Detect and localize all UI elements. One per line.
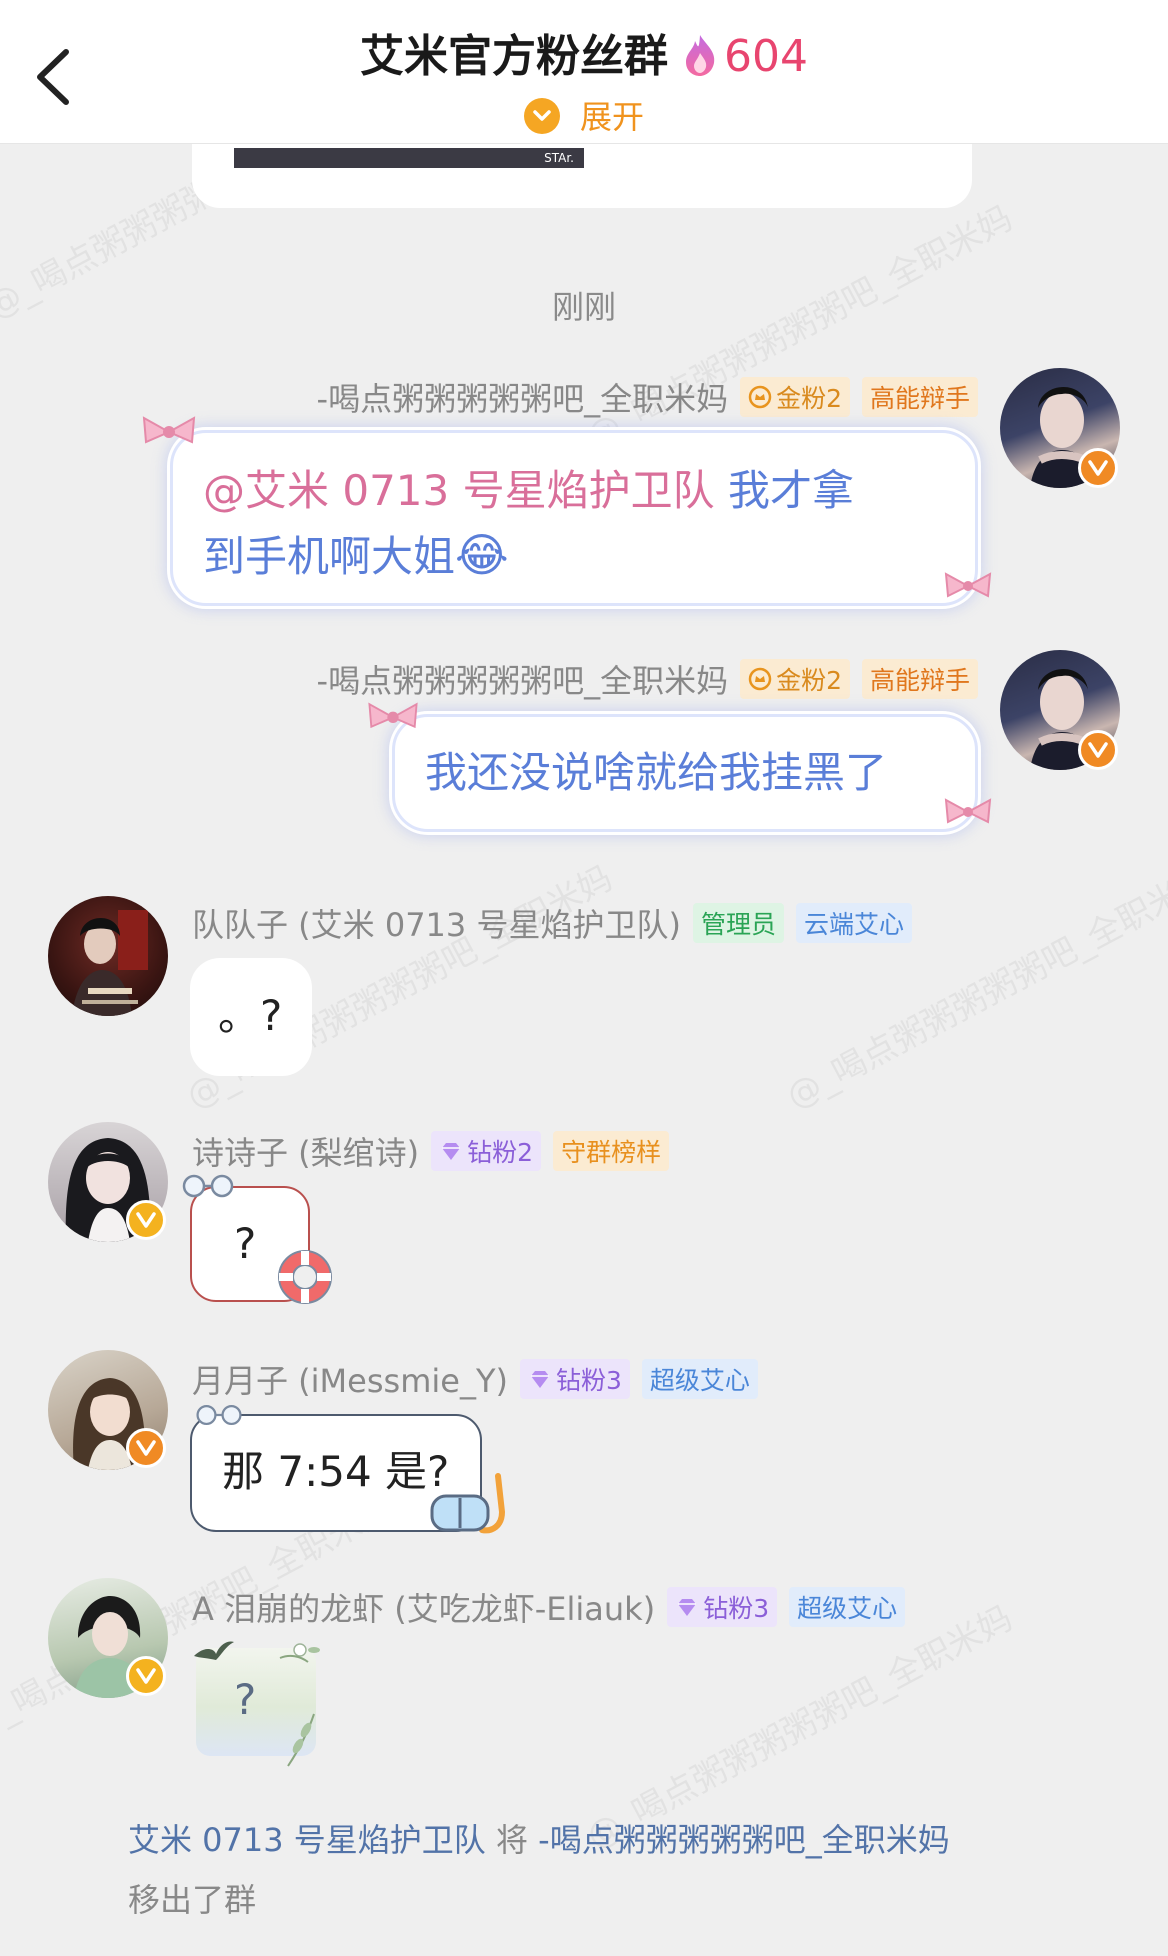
avatar[interactable] <box>48 896 168 1016</box>
verified-badge <box>1078 730 1118 770</box>
expand-toggle[interactable]: 展开 <box>0 92 1168 138</box>
diamond-icon <box>442 1143 461 1160</box>
mention-link[interactable]: @艾米 0713 号星焰护卫队 <box>203 466 715 515</box>
actor-link[interactable]: 艾米 0713 号星焰护卫队 <box>128 1821 486 1859</box>
sender-name: 诗诗子 (梨绾诗) <box>192 1134 420 1172</box>
message-text: ? <box>234 1219 257 1268</box>
sender-name: -喝点粥粥粥粥粥吧_全职米妈 <box>316 662 729 700</box>
emoji-laughing: 😂 <box>455 528 509 582</box>
check-v-icon <box>136 1212 156 1228</box>
verified-badge <box>126 1656 166 1696</box>
badge-label: 钻粉3 <box>703 1594 770 1623</box>
group-title: 艾米官方粉丝群 <box>360 31 668 82</box>
glasses-decoration-icon <box>182 1174 234 1198</box>
image-caption-strip: STAr. <box>234 148 584 168</box>
chevron-down-icon <box>523 98 560 134</box>
bow-decoration-icon <box>368 702 418 729</box>
target-link[interactable]: -喝点粥粥粥粥粥吧_全职米妈 <box>538 1821 950 1859</box>
sender-name: A 泪崩的龙虾 (艾吃龙虾-Eliauk) <box>192 1590 656 1628</box>
expand-label: 展开 <box>579 98 644 136</box>
watermark: @_喝点粥粥粥粥粥吧_全职米妈 <box>780 858 1168 1117</box>
verified-badge <box>126 1428 166 1468</box>
message-bubble[interactable]: @艾米 0713 号星焰护卫队 我才拿 到手机啊大姐😂 <box>170 430 978 606</box>
system-verb: 将 <box>485 1821 539 1859</box>
badge-label: 金粉2 <box>776 384 842 413</box>
fan-level-badge[interactable]: 钻粉3 <box>519 1359 630 1399</box>
message-bubble[interactable]: 。? <box>190 958 312 1076</box>
verified-badge <box>1078 448 1118 488</box>
role-badge[interactable]: 管理员 <box>692 903 784 943</box>
glasses-decoration-icon <box>196 1404 242 1426</box>
flower-decoration-icon <box>279 1643 320 1663</box>
check-v-icon <box>136 1440 156 1456</box>
bow-decoration-icon <box>142 416 196 444</box>
message-text: 那 7:54 是? <box>222 1447 450 1496</box>
fan-level-badge[interactable]: 金粉2 <box>740 659 850 699</box>
diamond-icon <box>678 1599 697 1616</box>
sender-line: 月月子 (iMessmie_Y) 钻粉3 超级艾心 <box>192 1356 758 1402</box>
bow-decoration-icon <box>944 798 992 824</box>
badge-label: 钻粉3 <box>555 1366 622 1395</box>
member-online-count: 604 <box>724 31 808 82</box>
fan-level-badge[interactable]: 钻粉2 <box>431 1131 542 1171</box>
lifebuoy-icon <box>278 1250 332 1304</box>
title-badge[interactable]: 超级艾心 <box>641 1359 758 1399</box>
fan-level-badge[interactable]: 金粉2 <box>740 377 850 417</box>
sender-line: -喝点粥粥粥粥粥吧_全职米妈 金粉2 高能辩手 <box>317 374 978 420</box>
badge-label: 钻粉2 <box>467 1138 534 1167</box>
diamond-icon <box>530 1371 549 1388</box>
check-v-icon <box>136 1668 156 1684</box>
fan-level-badge[interactable]: 钻粉3 <box>667 1587 778 1627</box>
snorkel-mask-icon <box>430 1473 506 1534</box>
sender-name: 月月子 (iMessmie_Y) <box>192 1362 508 1400</box>
badge-label: 金粉2 <box>776 666 842 695</box>
sender-line: 队队子 (艾米 0713 号星焰护卫队) 管理员 云端艾心 <box>192 900 912 946</box>
check-v-icon <box>1088 742 1108 758</box>
title-badge[interactable]: 云端艾心 <box>795 903 912 943</box>
group-title-row[interactable]: 艾米官方粉丝群 604 <box>0 20 1168 84</box>
message-text: ? <box>234 1675 257 1724</box>
sender-line: 诗诗子 (梨绾诗) 钻粉2 守群榜样 <box>192 1128 670 1174</box>
check-v-icon <box>1088 460 1108 476</box>
sender-name: -喝点粥粥粥粥粥吧_全职米妈 <box>316 380 729 418</box>
timestamp-divider: 刚刚 <box>551 288 616 326</box>
message-text: 我还没说啥就给我挂黑了 <box>425 748 888 797</box>
message-text: 。? <box>218 991 283 1040</box>
chat-header: 艾米官方粉丝群 604 展开 <box>0 0 1168 144</box>
message-bubble[interactable]: 我还没说啥就给我挂黑了 <box>392 714 978 832</box>
message-text: 到手机啊大姐 <box>203 532 456 581</box>
willow-decoration-icon <box>287 1713 315 1767</box>
title-badge[interactable]: 守群榜样 <box>553 1131 670 1171</box>
title-badge[interactable]: 高能辩手 <box>861 377 978 417</box>
sender-name: 队队子 (艾米 0713 号星焰护卫队) <box>192 906 681 944</box>
sender-line: A 泪崩的龙虾 (艾吃龙虾-Eliauk) 钻粉3 超级艾心 <box>192 1584 906 1630</box>
avatar-poster <box>72 910 148 1016</box>
crown-icon <box>748 385 772 409</box>
chat-page: @_喝点粥粥粥粥粥吧_全职米妈 @_喝点粥粥粥粥粥吧_全职米妈 @_喝点粥粥粥粥… <box>0 0 1168 1956</box>
swallow-decoration-icon <box>194 1641 234 1660</box>
system-notice: 艾米 0713 号星焰护卫队 将 -喝点粥粥粥粥粥吧_全职米妈 移出了群 <box>128 1810 1058 1930</box>
title-badge[interactable]: 高能辩手 <box>861 659 978 699</box>
flame-icon <box>686 35 715 76</box>
crown-icon <box>748 667 772 691</box>
system-result: 移出了群 <box>128 1881 257 1919</box>
verified-badge <box>126 1200 166 1240</box>
message-text: 我才拿 <box>714 466 854 515</box>
bow-decoration-icon <box>944 572 992 598</box>
sender-line: -喝点粥粥粥粥粥吧_全职米妈 金粉2 高能辩手 <box>317 656 978 702</box>
title-badge[interactable]: 超级艾心 <box>789 1587 906 1627</box>
